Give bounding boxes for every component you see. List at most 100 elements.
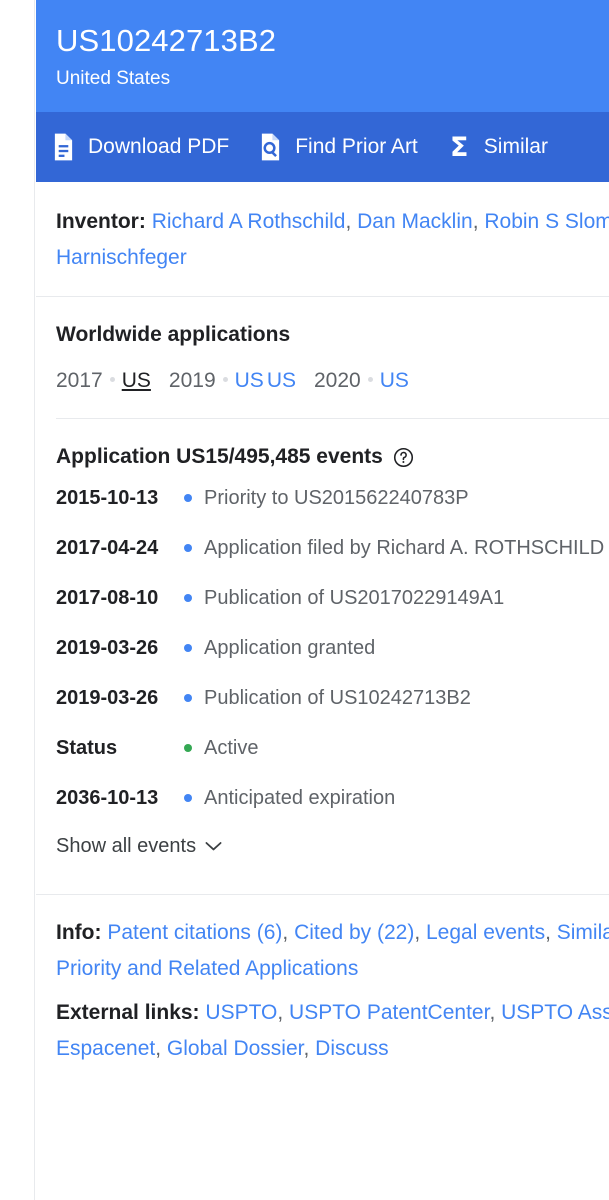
external-link[interactable]: USPTO Assignment xyxy=(501,1001,609,1024)
separator: , xyxy=(303,1037,316,1060)
event-date: 2019-03-26 xyxy=(56,637,159,659)
similar-label: Similar xyxy=(483,135,548,158)
worldwide-dot xyxy=(367,377,373,383)
event-dot-icon xyxy=(184,544,192,552)
event-row: 2036-10-13 Anticipated expiration xyxy=(56,783,609,814)
action-bar: Download PDF Find Prior Art Σ Similar xyxy=(36,112,609,182)
worldwide-country-code[interactable]: US xyxy=(380,369,409,392)
event-row: 2017-08-10 Publication of US20170229149A1 xyxy=(56,583,609,614)
events-title: Application US15/495,485 events xyxy=(56,445,383,468)
help-circle-icon[interactable] xyxy=(393,447,414,468)
patent-page: US10242713B2 United States Download PDF xyxy=(0,0,609,1200)
event-dot-icon xyxy=(184,694,192,702)
separator: , xyxy=(545,921,557,944)
left-gutter xyxy=(0,0,35,1200)
info-link[interactable]: Legal events xyxy=(426,921,545,944)
links-section: Info: Patent citations (6), Cited by (22… xyxy=(36,895,609,1085)
document-search-icon xyxy=(257,132,284,162)
patent-card: US10242713B2 United States Download PDF xyxy=(36,0,609,1200)
event-date: 2019-03-26 xyxy=(56,687,159,709)
worldwide-country-code[interactable]: US xyxy=(267,369,296,392)
worldwide-group: 2019 US US xyxy=(169,369,299,392)
event-description: Application granted xyxy=(204,637,376,659)
info-link[interactable]: Priority and Related Applications xyxy=(56,957,358,980)
worldwide-applications-section: Worldwide applications 2017 US 2019 US US 202… xyxy=(36,297,609,418)
inventor-label: Inventor: xyxy=(56,210,146,233)
chevron-down-icon xyxy=(205,835,222,858)
event-dot-icon xyxy=(184,494,192,502)
page-title: US10242713B2 xyxy=(56,23,277,58)
event-date: 2015-10-13 xyxy=(56,487,159,509)
find-prior-art-label: Find Prior Art xyxy=(295,135,418,158)
show-all-events-label: Show all events xyxy=(56,835,197,857)
separator: , xyxy=(282,921,295,944)
external-link[interactable]: USPTO PatentCenter xyxy=(289,1001,489,1024)
event-dot-icon xyxy=(184,644,192,652)
event-description: Anticipated expiration xyxy=(204,787,396,809)
event-description: Publication of US10242713B2 xyxy=(204,687,471,709)
event-dot-icon xyxy=(184,794,192,802)
event-description: Application filed by Richard A. ROTHSCHI… xyxy=(204,537,605,559)
inventor-link[interactable]: Dan Macklin xyxy=(357,210,473,233)
worldwide-dot xyxy=(222,377,228,383)
external-links-label: External links: xyxy=(56,1001,200,1024)
worldwide-applications-list: 2017 US 2019 US US 2020 US xyxy=(56,366,609,396)
info-label: Info: xyxy=(56,921,102,944)
event-date: 2017-04-24 xyxy=(56,537,159,559)
separator: , xyxy=(489,1001,502,1024)
separator: , xyxy=(155,1037,167,1060)
event-description: Active xyxy=(204,737,259,759)
events-title-row: Application US15/495,485 events xyxy=(56,443,609,471)
worldwide-applications-title: Worldwide applications xyxy=(56,323,291,346)
patent-country: United States xyxy=(56,68,171,89)
worldwide-group: 2020 US xyxy=(314,369,412,392)
separator: , xyxy=(472,210,485,233)
event-row: 2019-03-26 Publication of US10242713B2 xyxy=(56,683,609,714)
worldwide-country-code[interactable]: US xyxy=(235,369,264,392)
event-date: Status xyxy=(56,737,118,759)
event-description: Publication of US20170229149A1 xyxy=(204,587,505,609)
patent-header: US10242713B2 United States xyxy=(36,0,609,112)
similar-button[interactable]: Σ Similar xyxy=(446,132,548,162)
inventor-link[interactable]: Robin S Slomkowski xyxy=(484,210,609,233)
event-description: Priority to US201562240783P xyxy=(204,487,469,509)
external-link[interactable]: USPTO xyxy=(205,1001,277,1024)
find-prior-art-button[interactable]: Find Prior Art xyxy=(257,132,418,162)
external-link[interactable]: Global Dossier xyxy=(167,1037,304,1060)
inventor-link[interactable]: Richard A Rothschild xyxy=(152,210,346,233)
sigma-icon: Σ xyxy=(450,131,469,163)
info-line: Info: Patent citations (6), Cited by (22… xyxy=(56,915,609,987)
inventor-line: Inventor: Richard A Rothschild, Dan Mack… xyxy=(56,204,609,276)
event-row: 2019-03-26 Application granted xyxy=(56,633,609,664)
worldwide-year: 2020 xyxy=(314,369,361,392)
info-link[interactable]: Similar documents xyxy=(557,921,609,944)
event-row: 2017-04-24 Application filed by Richard A… xyxy=(56,533,609,564)
event-row: Status Active xyxy=(56,733,609,764)
info-link[interactable]: Patent citations (6) xyxy=(107,921,282,944)
external-link[interactable]: Discuss xyxy=(315,1037,389,1060)
worldwide-year: 2017 xyxy=(56,369,103,392)
show-all-events-button[interactable]: Show all events xyxy=(56,835,222,858)
separator: , xyxy=(345,210,358,233)
download-pdf-button[interactable]: Download PDF xyxy=(50,132,229,162)
document-download-icon xyxy=(50,132,77,162)
external-links-line: External links: USPTO, USPTO PatentCente… xyxy=(56,995,609,1067)
worldwide-year: 2019 xyxy=(168,369,216,392)
worldwide-country-code[interactable]: US xyxy=(122,369,151,392)
download-pdf-label: Download PDF xyxy=(88,135,230,158)
separator: , xyxy=(414,921,426,944)
worldwide-group: 2017 US xyxy=(56,369,154,392)
info-link[interactable]: Cited by (22) xyxy=(294,921,414,944)
events-section: Application US15/495,485 events 2015-10-… xyxy=(36,419,609,868)
event-dot-icon xyxy=(184,594,192,602)
event-row: 2015-10-13 Priority to US201562240783P xyxy=(56,483,609,514)
worldwide-dot xyxy=(109,377,115,383)
status-dot-icon xyxy=(184,744,192,752)
inventor-section: Inventor: Richard A Rothschild, Dan Mack… xyxy=(36,182,609,296)
event-date: 2036-10-13 xyxy=(56,787,159,809)
separator: , xyxy=(277,1001,290,1024)
events-list: 2015-10-13 Priority to US201562240783P 201… xyxy=(56,483,609,814)
event-date: 2017-08-10 xyxy=(56,587,159,609)
external-link[interactable]: Espacenet xyxy=(56,1037,155,1060)
info-links: Patent citations (6), Cited by (22), Leg… xyxy=(56,921,609,980)
